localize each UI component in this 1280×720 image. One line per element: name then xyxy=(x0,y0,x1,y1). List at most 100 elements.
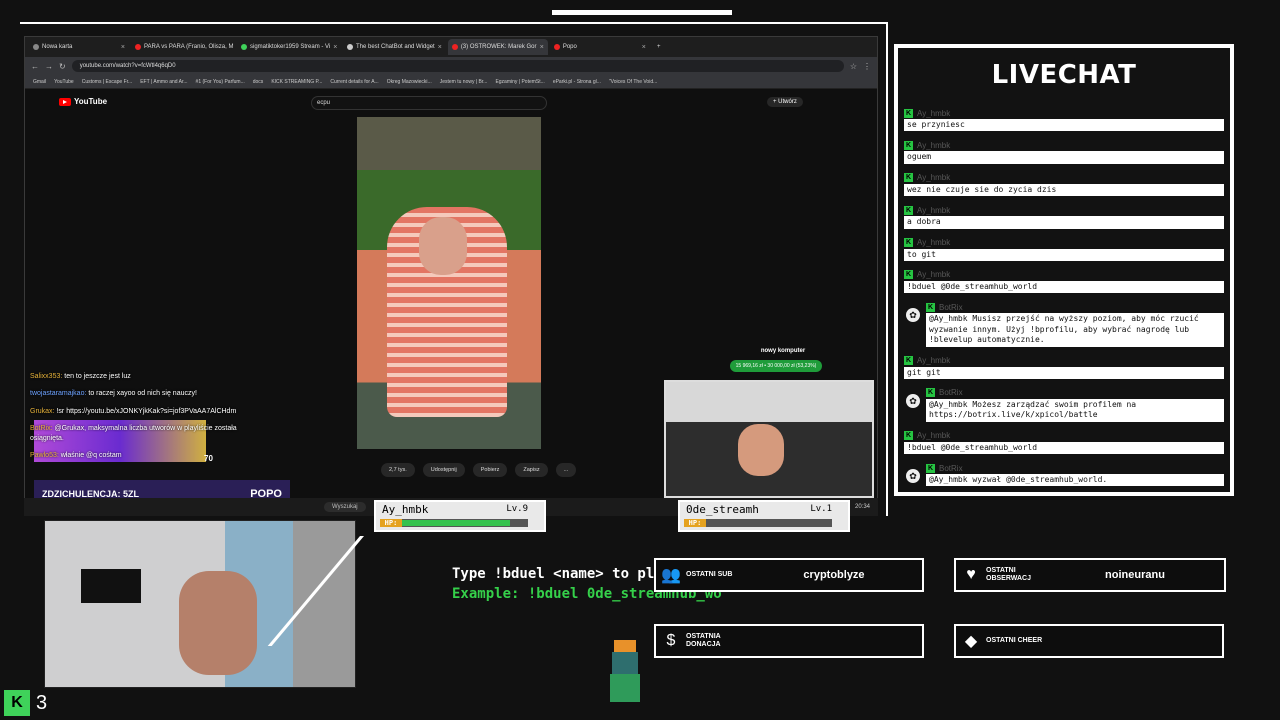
player-level: Lv.1 xyxy=(810,504,832,514)
stream-chat-line: twojastaramajkao: to raczej xayoo od nic… xyxy=(30,389,270,398)
message-text: wez nie czuje sie do zycia dzis xyxy=(904,183,1224,197)
last-donation-widget: $ OSTATNIA DONACJA xyxy=(654,624,924,658)
video-player[interactable] xyxy=(357,117,541,449)
kick-badge-icon: K xyxy=(926,463,935,473)
message-text: !bduel @0de_streamhub_world xyxy=(904,441,1224,455)
diamond-icon: ◆ xyxy=(964,633,978,650)
close-icon[interactable]: × xyxy=(540,44,544,51)
livechat-inner: LIVECHAT K Ay_hmbk se przyniesc K Ay_hmbk ogu… xyxy=(898,48,1230,492)
widget-value: noineuranu xyxy=(1105,569,1165,581)
bookmark-item[interactable]: "Voices Of The Void... xyxy=(609,79,657,85)
tab-ostrowek[interactable]: (3) OSTROWEK: Marek Gor × xyxy=(447,39,548,55)
video-head xyxy=(419,217,467,275)
livechat-message: ✿ K BotRix @Ay_hmbk Możesz zarządzać swoim … xyxy=(904,388,1224,422)
share-button[interactable]: Udostępnij xyxy=(422,463,465,477)
chat-username: twojastaramajkao: xyxy=(30,390,87,398)
message-text: @Ay_hmbk wyzwał @0de_streamhub_world. xyxy=(926,474,1224,487)
bookmark-item[interactable]: Gmail xyxy=(33,79,46,85)
create-button[interactable]: + Utwórz xyxy=(767,97,803,107)
tab-chatbot[interactable]: The best ChatBot and Widget × xyxy=(343,39,446,55)
youtube-logo[interactable]: YouTube xyxy=(59,97,107,106)
download-button[interactable]: Pobierz xyxy=(472,463,508,477)
message-user: K Ay_hmbk xyxy=(904,356,1224,366)
goal-title: nowy komputer xyxy=(760,348,806,354)
close-icon[interactable]: × xyxy=(438,44,442,51)
message-text: to git xyxy=(904,248,1224,261)
stream-overlay: Nowa karta × PARA vs PARA (Franio, Olisza… xyxy=(0,0,1280,720)
bookmark-item[interactable]: Egzaminy | PotemSt... xyxy=(495,79,544,85)
message-username: Ay_hmbk xyxy=(917,270,951,280)
chat-text: !sr https://youtu.be/xJONKYjkKak?si=jof3… xyxy=(56,407,237,415)
tab-new[interactable]: Nowa karta × xyxy=(29,39,129,55)
star-icon[interactable]: ☆ xyxy=(850,62,857,71)
kick-badge-icon: K xyxy=(926,302,935,312)
tab-popo[interactable]: Popo × xyxy=(550,39,650,55)
message-text: @Ay_hmbk Musisz przejść na wyższy poziom… xyxy=(926,313,1224,347)
message-user: K Ay_hmbk xyxy=(904,431,1224,441)
tab-label: sigmatiktoker1959 Stream - Vi xyxy=(250,44,331,50)
widget-label: OSTATNI SUB xyxy=(686,571,733,579)
chat-text: właśnie @q cośtam xyxy=(60,452,122,460)
reload-icon[interactable]: ↻ xyxy=(59,62,66,71)
bookmark-item[interactable]: YouTube xyxy=(54,79,74,85)
livechat-message: ✿ K BotRix @Ay_hmbk wyzwał @0de_streamhub_w… xyxy=(904,463,1224,487)
livechat-message: K Ay_hmbk !bduel @0de_streamhub_world xyxy=(904,431,1224,455)
message-username: Ay_hmbk xyxy=(917,356,951,366)
close-icon[interactable]: × xyxy=(642,44,646,51)
close-icon[interactable]: × xyxy=(121,44,125,51)
goal-progress: 15 969,16 zł • 30 000,00 zł (53,23%) xyxy=(730,360,822,372)
youtube-icon xyxy=(451,44,458,50)
livechat-panel: LIVECHAT K Ay_hmbk se przyniesc K Ay_hmbk ogu… xyxy=(894,44,1234,496)
kick-badge-icon: K xyxy=(926,388,935,398)
heart-icon: ♥ xyxy=(966,566,976,583)
close-icon[interactable]: × xyxy=(333,44,337,51)
kick-badge-icon: K xyxy=(904,238,913,248)
player-name: 0de_streamh xyxy=(686,503,759,516)
like-button[interactable]: 2,7 tys. xyxy=(381,463,415,477)
menu-icon[interactable]: ⋮ xyxy=(863,62,871,71)
message-username: Ay_hmbk xyxy=(917,140,951,150)
character-body xyxy=(610,674,640,702)
url-input[interactable]: youtube.com/watch?v=fcWtl4q6qD0 xyxy=(71,60,844,72)
bookmark-item[interactable]: Jestem tu nowy | Br... xyxy=(440,79,488,85)
bookmark-item[interactable]: Current details for A... xyxy=(330,79,378,85)
more-button[interactable]: ... xyxy=(555,463,577,477)
webcam-face xyxy=(179,571,257,675)
bookmark-item[interactable]: Okreg Mazowiecki... xyxy=(387,79,432,85)
hp-track: HP: xyxy=(380,519,528,527)
tab-label: The best ChatBot and Widget xyxy=(356,44,435,50)
bookmark-item[interactable]: #1 (For You) Parfum... xyxy=(196,79,245,85)
tab-para[interactable]: PARA vs PARA (Franio, Olisza, M× xyxy=(131,39,235,55)
tab-sigma[interactable]: sigmatiktoker1959 Stream - Vi × xyxy=(237,39,341,55)
last-sub-widget: 👥 OSTATNI SUB cryptoblyze xyxy=(654,558,924,592)
bot-icon: ✿ xyxy=(906,469,920,484)
chat-username: Grukax: xyxy=(30,407,55,415)
address-bar: ← → ↻ youtube.com/watch?v=fcWtl4q6qD0 ☆ … xyxy=(25,57,877,75)
bookmark-item[interactable]: docs xyxy=(253,79,264,85)
tab-bar: Nowa karta × PARA vs PARA (Franio, Olisza… xyxy=(25,37,877,57)
new-tab-button[interactable]: + xyxy=(652,39,666,55)
search-input[interactable]: ecpu xyxy=(311,96,547,110)
bookmarks-bar: Gmail YouTube Customs | Escape Fr... EFT | … xyxy=(25,75,877,89)
widget-value: cryptoblyze xyxy=(803,569,865,581)
bookmark-item[interactable]: Customs | Escape Fr... xyxy=(82,79,132,85)
message-text: a dobra xyxy=(904,216,1224,229)
bookmark-item[interactable]: eParki.pl - Strona gl... xyxy=(553,79,601,85)
bduel-instructions: Type !bduel <name> to play xyxy=(452,566,672,582)
hp-bar-player1: Ay_hmbk Lv.9 HP: xyxy=(374,500,546,532)
save-button[interactable]: Zapisz xyxy=(515,463,548,477)
last-follower-widget: ♥ OSTATNI OBSERWACJ noineuranu xyxy=(954,558,1226,592)
tv-in-background xyxy=(81,569,141,603)
webcam-main xyxy=(44,520,356,688)
message-user: K BotRix xyxy=(926,302,1224,312)
bookmark-item[interactable]: KICK STREAMING P... xyxy=(271,79,322,85)
message-username: Ay_hmbk xyxy=(917,431,951,441)
message-user: K Ay_hmbk xyxy=(904,173,1224,183)
back-icon[interactable]: ← xyxy=(31,62,39,71)
kick-badge-icon: K xyxy=(904,356,913,366)
message-username: Ay_hmbk xyxy=(917,238,951,248)
forward-icon[interactable]: → xyxy=(45,62,53,71)
message-username: BotRix xyxy=(939,388,963,398)
taskbar-search[interactable]: Wyszukaj xyxy=(324,502,366,512)
bookmark-item[interactable]: EFT | Ammo and Ar... xyxy=(140,79,187,85)
